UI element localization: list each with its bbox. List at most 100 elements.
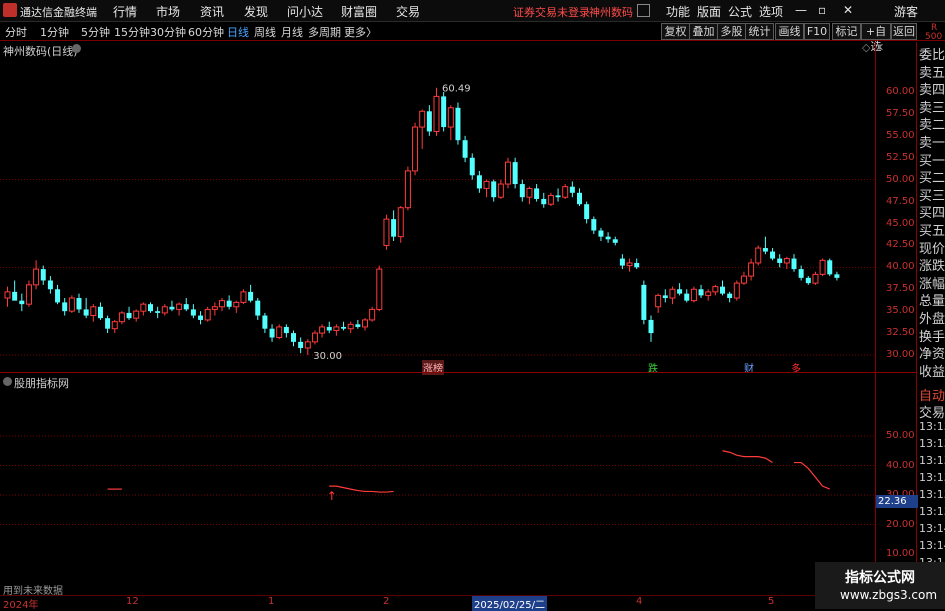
btn-back[interactable]: 返回 bbox=[891, 23, 917, 40]
menu-discover[interactable]: 发现 bbox=[244, 3, 268, 20]
period-tab[interactable]: 多周期 bbox=[308, 24, 341, 40]
period-tab[interactable]: 30分钟 bbox=[150, 24, 186, 40]
candle[interactable] bbox=[827, 258, 833, 277]
candle[interactable] bbox=[783, 256, 790, 270]
candle[interactable] bbox=[90, 304, 97, 322]
candle[interactable] bbox=[426, 105, 432, 136]
candle[interactable] bbox=[404, 166, 411, 211]
candle[interactable] bbox=[598, 227, 604, 242]
candle[interactable] bbox=[770, 248, 776, 261]
candle[interactable] bbox=[62, 298, 68, 316]
candle[interactable] bbox=[397, 205, 404, 243]
candle[interactable] bbox=[97, 302, 103, 320]
candle[interactable] bbox=[240, 289, 247, 305]
candle[interactable] bbox=[419, 109, 426, 149]
candle[interactable] bbox=[176, 302, 183, 316]
period-tab[interactable]: 1分钟 bbox=[40, 24, 69, 40]
btn-mark[interactable]: 标记 bbox=[832, 23, 861, 40]
trade-label[interactable]: 交易 bbox=[919, 402, 945, 421]
candle[interactable] bbox=[634, 258, 640, 270]
btn-f10[interactable]: F10 bbox=[804, 23, 830, 40]
candle[interactable] bbox=[383, 214, 390, 250]
candle[interactable] bbox=[341, 321, 347, 331]
candle[interactable] bbox=[834, 271, 840, 281]
period-tab[interactable]: 60分钟 bbox=[188, 24, 224, 40]
candle[interactable] bbox=[805, 276, 811, 285]
menu-market[interactable]: 市场 bbox=[156, 3, 180, 20]
candle[interactable] bbox=[233, 300, 240, 313]
candle[interactable] bbox=[4, 286, 11, 307]
candle[interactable] bbox=[733, 280, 740, 301]
candle[interactable] bbox=[705, 289, 712, 301]
candle[interactable] bbox=[512, 157, 518, 189]
candle[interactable] bbox=[605, 232, 611, 243]
header-tool-icon[interactable] bbox=[637, 4, 650, 17]
candle[interactable] bbox=[283, 324, 289, 338]
menu-wealth-circle[interactable]: 财富圈 bbox=[341, 3, 377, 20]
candle[interactable] bbox=[469, 153, 475, 180]
candle[interactable] bbox=[255, 298, 261, 320]
candle[interactable] bbox=[347, 321, 354, 334]
candle[interactable] bbox=[140, 302, 147, 316]
candle[interactable] bbox=[812, 271, 819, 285]
candle[interactable] bbox=[791, 254, 797, 272]
maximize-icon[interactable]: ▫ bbox=[818, 3, 826, 17]
candle[interactable] bbox=[169, 300, 175, 312]
candle[interactable] bbox=[262, 312, 268, 334]
candle[interactable] bbox=[276, 324, 283, 340]
candle[interactable] bbox=[534, 184, 540, 202]
candle[interactable] bbox=[298, 337, 304, 354]
candle[interactable] bbox=[19, 293, 25, 312]
candle[interactable] bbox=[183, 298, 189, 312]
candle[interactable] bbox=[161, 304, 168, 316]
candle[interactable] bbox=[476, 170, 482, 193]
candle[interactable] bbox=[319, 324, 326, 338]
candle[interactable] bbox=[311, 330, 318, 345]
candle[interactable] bbox=[211, 302, 218, 316]
candle[interactable] bbox=[677, 283, 683, 296]
candle[interactable] bbox=[83, 298, 89, 319]
more-arrow-icon[interactable]: 〉 bbox=[366, 24, 377, 40]
candle[interactable] bbox=[555, 188, 561, 202]
candle[interactable] bbox=[447, 105, 454, 141]
candle[interactable] bbox=[762, 236, 768, 255]
candle[interactable] bbox=[126, 306, 132, 320]
candle[interactable] bbox=[626, 258, 633, 272]
candle[interactable] bbox=[55, 284, 61, 305]
candle[interactable] bbox=[720, 280, 725, 296]
menu-options[interactable]: 选项 bbox=[759, 3, 783, 20]
candle[interactable] bbox=[526, 186, 533, 205]
candle[interactable] bbox=[755, 245, 762, 266]
btn-adjust[interactable]: 复权 bbox=[661, 23, 690, 40]
candle[interactable] bbox=[612, 236, 618, 246]
candle[interactable] bbox=[362, 318, 368, 331]
candle[interactable] bbox=[376, 265, 383, 312]
btn-overlay[interactable]: 叠加 bbox=[689, 23, 718, 40]
period-tab[interactable]: 分时 bbox=[5, 24, 27, 40]
btn-draw[interactable]: 画线 bbox=[775, 23, 804, 40]
candle[interactable] bbox=[111, 319, 118, 334]
candle[interactable] bbox=[577, 188, 582, 206]
menu-ask[interactable]: 问小达 bbox=[287, 3, 323, 20]
candle[interactable] bbox=[248, 284, 254, 303]
candle[interactable] bbox=[690, 286, 697, 303]
candle[interactable] bbox=[441, 92, 447, 132]
candle[interactable] bbox=[462, 135, 468, 163]
candle[interactable] bbox=[591, 216, 597, 235]
candle[interactable] bbox=[47, 276, 53, 294]
candle[interactable] bbox=[662, 289, 668, 303]
candle[interactable] bbox=[584, 201, 590, 224]
candle[interactable] bbox=[569, 181, 575, 198]
candle[interactable] bbox=[819, 258, 826, 277]
close-icon[interactable]: ✕ bbox=[843, 3, 853, 17]
candle[interactable] bbox=[118, 311, 125, 325]
menu-layout[interactable]: 版面 bbox=[697, 3, 721, 20]
candle[interactable] bbox=[40, 265, 46, 285]
candle[interactable] bbox=[190, 304, 196, 319]
candle[interactable] bbox=[641, 280, 647, 325]
candle[interactable] bbox=[777, 254, 783, 268]
candle[interactable] bbox=[333, 324, 340, 336]
candle[interactable] bbox=[291, 330, 296, 347]
period-tab-more[interactable]: 更多 bbox=[344, 24, 366, 40]
minimize-icon[interactable]: — bbox=[795, 3, 807, 17]
